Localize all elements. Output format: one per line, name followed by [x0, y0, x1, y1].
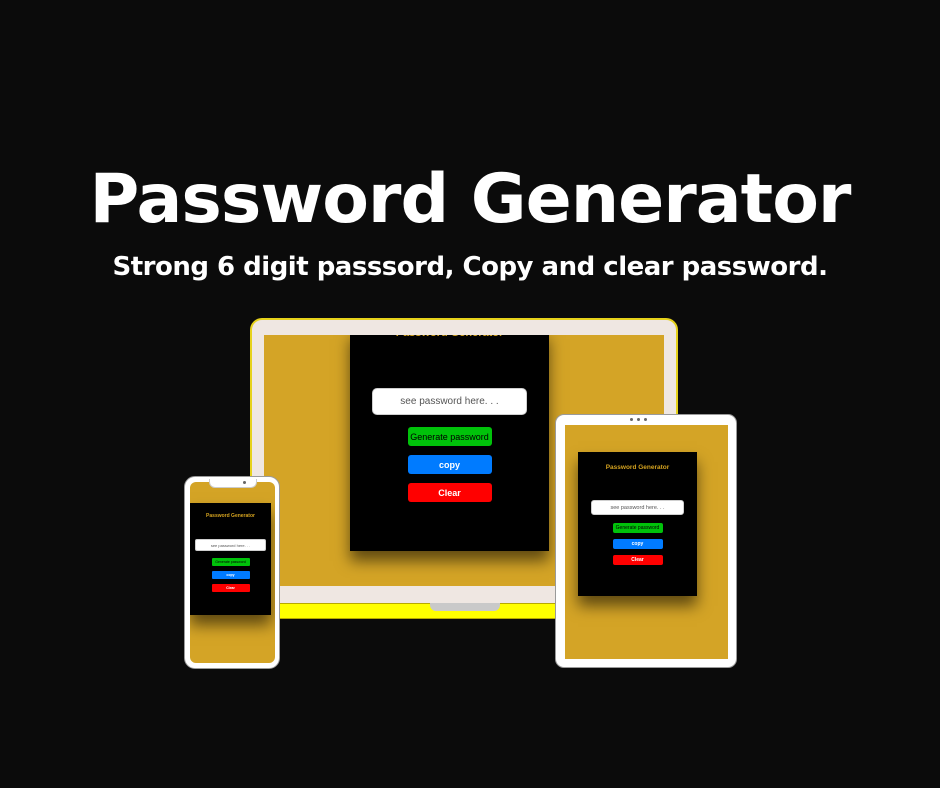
clear-button[interactable]: Clear: [211, 584, 250, 592]
clear-button[interactable]: Clear: [612, 555, 663, 565]
tablet-screen: Password Generator Generate password cop…: [565, 425, 728, 659]
phone-screen: Password Generator Generate password cop…: [190, 482, 275, 663]
phone-notch: [209, 479, 257, 488]
app-card: Password Generator Generate password cop…: [578, 452, 697, 596]
password-output-field[interactable]: [195, 539, 266, 551]
copy-button[interactable]: copy: [407, 455, 492, 474]
copy-button[interactable]: copy: [612, 539, 663, 549]
clear-button[interactable]: Clear: [407, 483, 492, 502]
app-title: Password Generator: [206, 513, 255, 519]
password-output-field[interactable]: [591, 500, 684, 515]
tablet-camera-icon: [630, 418, 633, 421]
hero-subtitle: Strong 6 digit passsord, Copy and clear …: [112, 252, 828, 282]
hero-title: Password Generator: [89, 160, 852, 239]
app-title: Password Generator: [605, 464, 670, 471]
password-output-field[interactable]: [372, 388, 527, 415]
phone-camera-icon: [243, 481, 246, 484]
copy-button[interactable]: copy: [211, 571, 250, 579]
laptop-trackpad-notch: [430, 603, 500, 611]
app-card: Password Generator Generate password cop…: [190, 503, 271, 615]
tablet-sensor-icon: [644, 418, 647, 421]
tablet-sensor-icon: [637, 418, 640, 421]
generate-password-button[interactable]: Generate password: [211, 558, 250, 566]
generate-password-button[interactable]: Generate password: [407, 427, 492, 446]
app-title: Password Generator: [396, 335, 504, 339]
generate-password-button[interactable]: Generate password: [612, 523, 663, 533]
app-card: Password Generator Generate password cop…: [350, 335, 549, 551]
